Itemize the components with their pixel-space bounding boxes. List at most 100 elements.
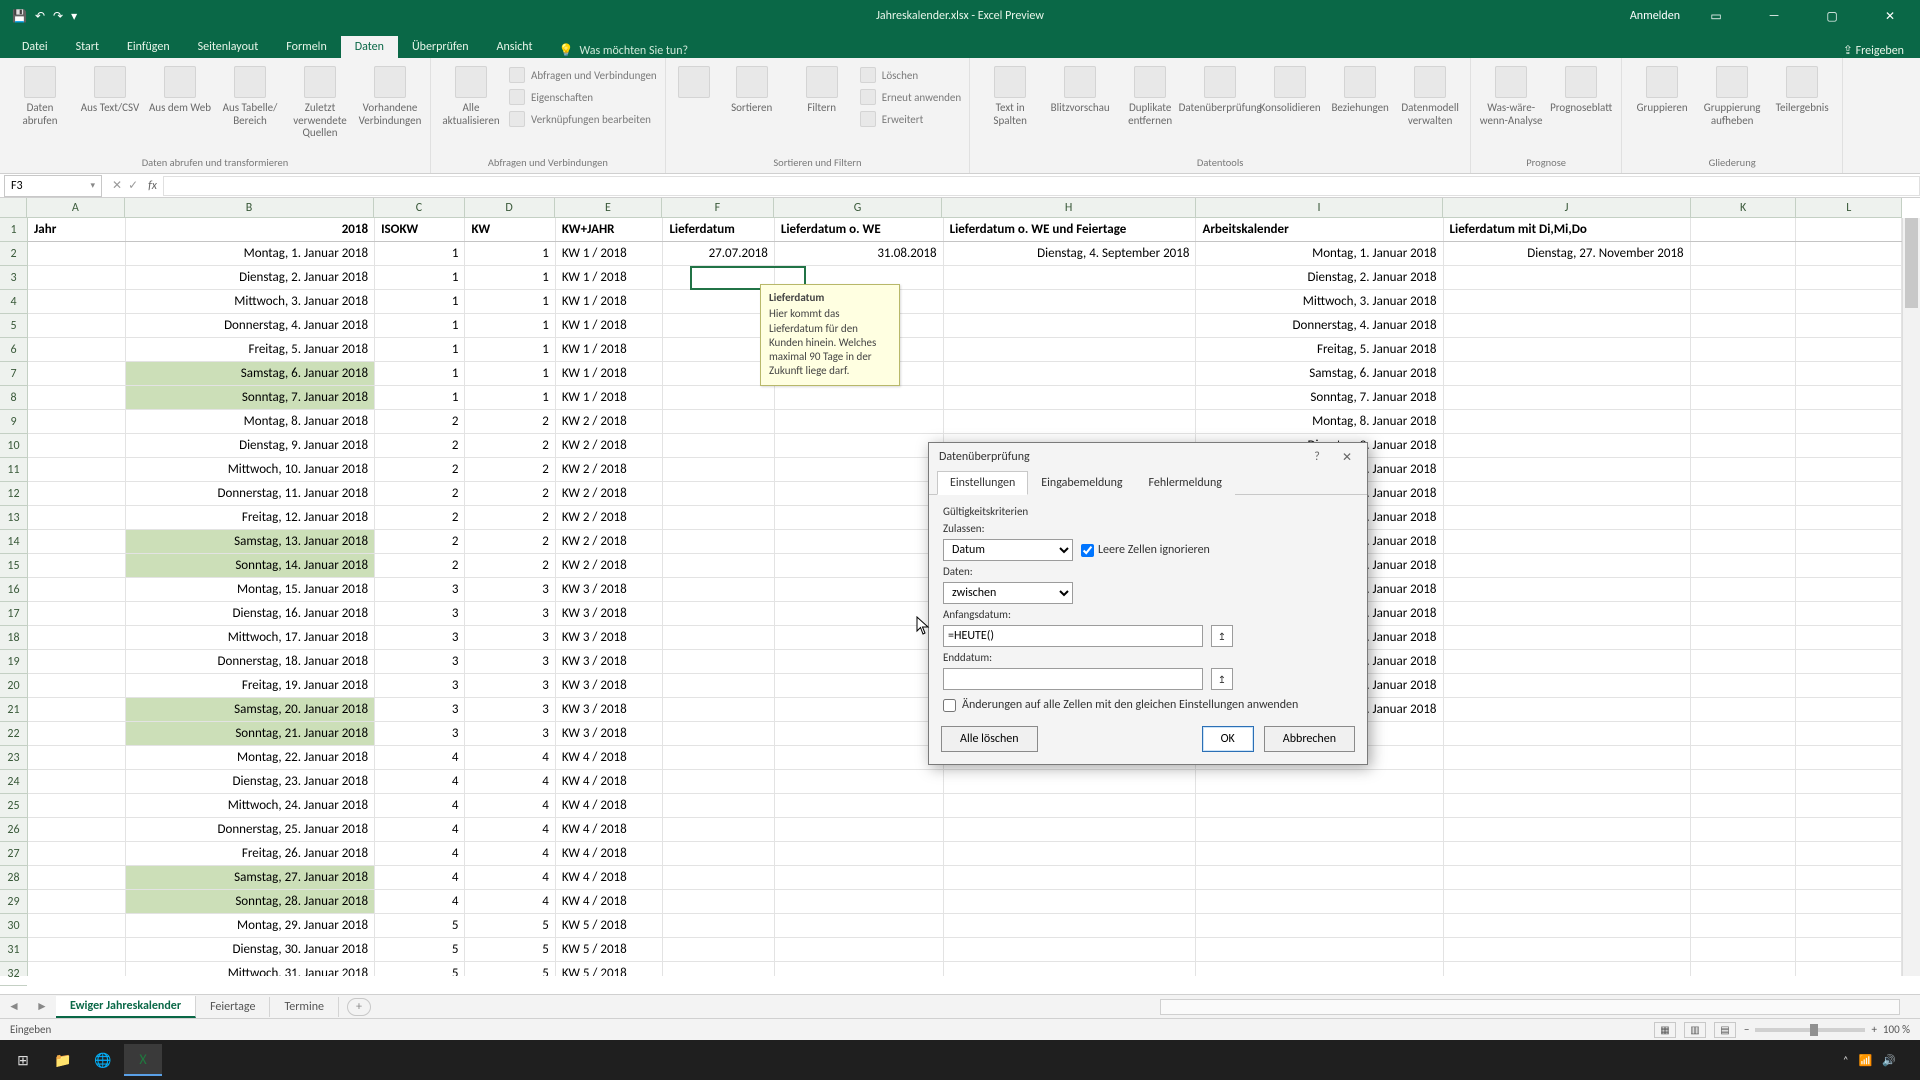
cell-D24[interactable]: 4 bbox=[465, 770, 555, 793]
cell-D23[interactable]: 4 bbox=[465, 746, 555, 769]
cell-D10[interactable]: 2 bbox=[465, 434, 555, 457]
cell-D22[interactable]: 3 bbox=[465, 722, 555, 745]
task-edge-icon[interactable]: 🌐 bbox=[84, 1044, 122, 1076]
cell-A3[interactable] bbox=[28, 266, 126, 289]
from-csv-button[interactable]: Aus Text/CSV bbox=[78, 62, 142, 115]
cancel-button[interactable]: Abbrechen bbox=[1264, 726, 1355, 752]
cell-F25[interactable] bbox=[663, 794, 774, 817]
row-header-23[interactable]: 23 bbox=[0, 746, 27, 770]
cell-F2[interactable]: 27.07.2018 bbox=[663, 242, 774, 265]
cell-D6[interactable]: 1 bbox=[465, 338, 555, 361]
cell-F5[interactable] bbox=[663, 314, 774, 337]
cell-E8[interactable]: KW 1 / 2018 bbox=[556, 386, 664, 409]
cell-D25[interactable]: 4 bbox=[465, 794, 555, 817]
row-header-30[interactable]: 30 bbox=[0, 914, 27, 938]
cell-A9[interactable] bbox=[28, 410, 126, 433]
cell-J20[interactable] bbox=[1444, 674, 1691, 697]
cell-I4[interactable]: Mittwoch, 3. Januar 2018 bbox=[1196, 290, 1443, 313]
cell-K19[interactable] bbox=[1691, 650, 1797, 673]
dialog-help-icon[interactable]: ? bbox=[1307, 450, 1327, 465]
row-header-19[interactable]: 19 bbox=[0, 650, 27, 674]
cell-C27[interactable]: 4 bbox=[375, 842, 465, 865]
cell-A32[interactable] bbox=[28, 962, 126, 976]
row-header-16[interactable]: 16 bbox=[0, 578, 27, 602]
ignore-blank-checkbox[interactable]: Leere Zellen ignorieren bbox=[1081, 543, 1210, 557]
cell-A20[interactable] bbox=[28, 674, 126, 697]
cell-D17[interactable]: 3 bbox=[465, 602, 555, 625]
tab-home[interactable]: Start bbox=[62, 36, 113, 58]
cell-C29[interactable]: 4 bbox=[375, 890, 465, 913]
cell-L6[interactable] bbox=[1796, 338, 1902, 361]
cell-B28[interactable]: Samstag, 27. Januar 2018 bbox=[126, 866, 375, 889]
cell-H5[interactable] bbox=[944, 314, 1197, 337]
cell-I31[interactable] bbox=[1196, 938, 1443, 961]
cell-I2[interactable]: Montag, 1. Januar 2018 bbox=[1196, 242, 1443, 265]
col-header-I[interactable]: I bbox=[1196, 198, 1444, 217]
cell-B32[interactable]: Mittwoch, 31. Januar 2018 bbox=[126, 962, 375, 976]
cell-K12[interactable] bbox=[1691, 482, 1797, 505]
cell-A26[interactable] bbox=[28, 818, 126, 841]
cell-D31[interactable]: 5 bbox=[465, 938, 555, 961]
row-header-29[interactable]: 29 bbox=[0, 890, 27, 914]
recent-sources-button[interactable]: Zuletzt verwendete Quellen bbox=[288, 62, 352, 140]
cell-A14[interactable] bbox=[28, 530, 126, 553]
cell-I6[interactable]: Freitag, 5. Januar 2018 bbox=[1196, 338, 1443, 361]
cell-E30[interactable]: KW 5 / 2018 bbox=[556, 914, 664, 937]
cell-J3[interactable] bbox=[1444, 266, 1691, 289]
zoom-thumb[interactable] bbox=[1810, 1024, 1818, 1036]
cell-F16[interactable] bbox=[663, 578, 774, 601]
col-header-J[interactable]: J bbox=[1443, 198, 1691, 217]
row-header-14[interactable]: 14 bbox=[0, 530, 27, 554]
row-header-6[interactable]: 6 bbox=[0, 338, 27, 362]
tab-nav-next-icon[interactable]: ► bbox=[28, 999, 56, 1014]
dialog-tab-error[interactable]: Fehlermeldung bbox=[1136, 471, 1235, 495]
cell-E7[interactable]: KW 1 / 2018 bbox=[556, 362, 664, 385]
cell-J28[interactable] bbox=[1444, 866, 1691, 889]
cell-L16[interactable] bbox=[1796, 578, 1902, 601]
cell-K32[interactable] bbox=[1691, 962, 1797, 976]
row-header-9[interactable]: 9 bbox=[0, 410, 27, 434]
reapply-button[interactable]: Erneut anwenden bbox=[860, 88, 961, 106]
cell-J2[interactable]: Dienstag, 27. November 2018 bbox=[1444, 242, 1691, 265]
cell-K3[interactable] bbox=[1691, 266, 1797, 289]
cell-L3[interactable] bbox=[1796, 266, 1902, 289]
row-header-11[interactable]: 11 bbox=[0, 458, 27, 482]
row-header-4[interactable]: 4 bbox=[0, 290, 27, 314]
cell-L28[interactable] bbox=[1796, 866, 1902, 889]
cell-E13[interactable]: KW 2 / 2018 bbox=[556, 506, 664, 529]
cell-G15[interactable] bbox=[775, 554, 944, 577]
cell-E11[interactable]: KW 2 / 2018 bbox=[556, 458, 664, 481]
cell-K6[interactable] bbox=[1691, 338, 1797, 361]
col-header-D[interactable]: D bbox=[465, 198, 555, 217]
cell-G25[interactable] bbox=[775, 794, 944, 817]
cell-D11[interactable]: 2 bbox=[465, 458, 555, 481]
cell-I28[interactable] bbox=[1196, 866, 1443, 889]
cell-B21[interactable]: Samstag, 20. Januar 2018 bbox=[126, 698, 375, 721]
cell-D2[interactable]: 1 bbox=[465, 242, 555, 265]
cell-F13[interactable] bbox=[663, 506, 774, 529]
cell-H32[interactable] bbox=[944, 962, 1197, 976]
cell-L24[interactable] bbox=[1796, 770, 1902, 793]
cell-K23[interactable] bbox=[1691, 746, 1797, 769]
start-range-picker-icon[interactable]: ↥ bbox=[1211, 625, 1233, 647]
cell-G13[interactable] bbox=[775, 506, 944, 529]
ok-button[interactable]: OK bbox=[1202, 726, 1254, 752]
cell-E4[interactable]: KW 1 / 2018 bbox=[556, 290, 664, 313]
what-if-button[interactable]: Was-wäre-wenn-Analyse bbox=[1479, 62, 1543, 127]
cell-F4[interactable] bbox=[663, 290, 774, 313]
tab-formulas[interactable]: Formeln bbox=[272, 36, 340, 58]
from-web-button[interactable]: Aus dem Web bbox=[148, 62, 212, 115]
cell-E24[interactable]: KW 4 / 2018 bbox=[556, 770, 664, 793]
cell-K4[interactable] bbox=[1691, 290, 1797, 313]
cell-C9[interactable]: 2 bbox=[375, 410, 465, 433]
cell-E28[interactable]: KW 4 / 2018 bbox=[556, 866, 664, 889]
cell-A15[interactable] bbox=[28, 554, 126, 577]
cell-E31[interactable]: KW 5 / 2018 bbox=[556, 938, 664, 961]
end-range-picker-icon[interactable]: ↥ bbox=[1211, 668, 1233, 690]
cell-L12[interactable] bbox=[1796, 482, 1902, 505]
tab-nav-prev-icon[interactable]: ◄ bbox=[0, 999, 28, 1014]
cell-C10[interactable]: 2 bbox=[375, 434, 465, 457]
cell-H4[interactable] bbox=[944, 290, 1197, 313]
cell-F11[interactable] bbox=[663, 458, 774, 481]
cell-K13[interactable] bbox=[1691, 506, 1797, 529]
